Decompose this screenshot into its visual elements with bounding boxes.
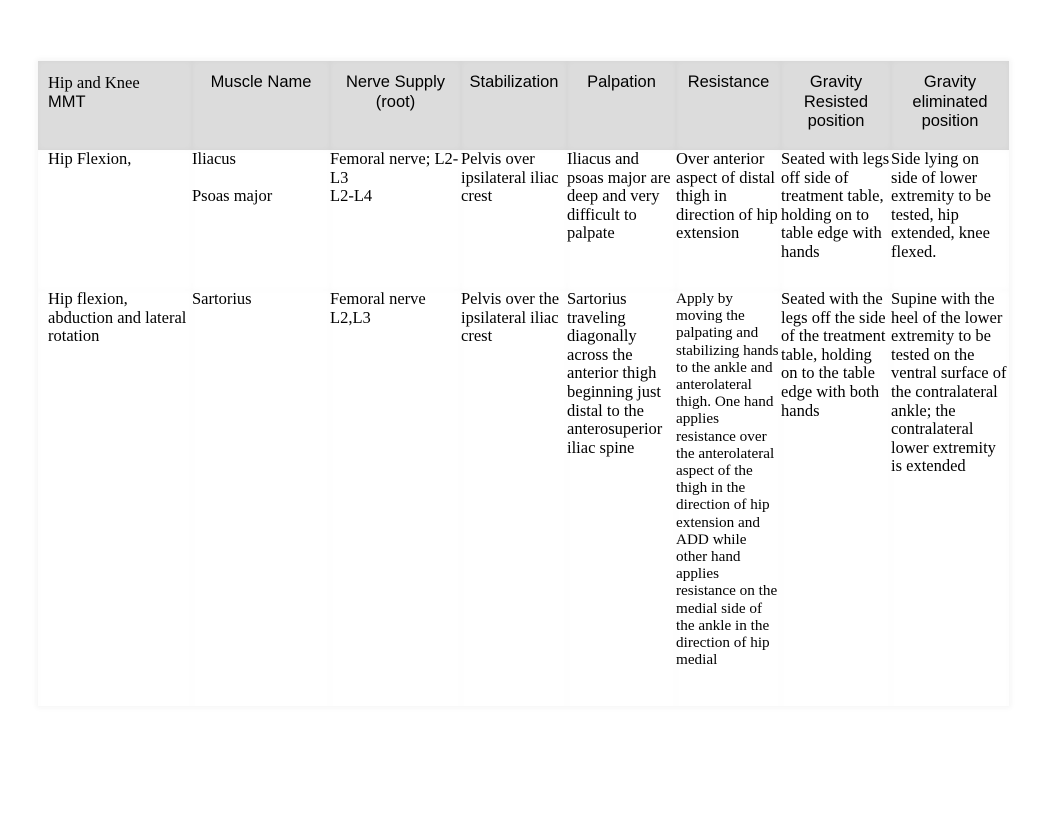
column-header-resistance: Resistance	[676, 61, 781, 150]
cell-nerve-supply: Femoral nerve; L2-L3 L2-L4	[330, 149, 461, 290]
cell-movement: Hip Flexion,	[38, 149, 192, 290]
column-header-line-1: Gravity	[809, 73, 863, 91]
cell-palpation: Sartorius traveling diagonally across th…	[567, 289, 676, 706]
cell-nerve-supply: Femoral nerve L2,L3	[330, 289, 461, 706]
cell-muscle-name: Sartorius	[192, 289, 330, 706]
cell-resistance: Over anterior aspect of distal thigh in …	[676, 149, 781, 290]
muscle-name-primary: Iliacus	[192, 149, 236, 168]
column-header-gravity-eliminated-position: Gravity eliminated position	[891, 61, 1009, 150]
column-header-palpation: Palpation	[567, 61, 676, 150]
column-header-hip-and-knee-mmt: Hip and Knee MMT	[38, 61, 192, 150]
column-header-line-2: MMT	[48, 92, 86, 111]
column-header-line-1: Muscle Name	[210, 73, 312, 91]
hip-and-knee-mmt-table: Hip and Knee MMT Muscle Name Nerve Supply…	[38, 61, 1009, 706]
table-row: Hip Flexion, Iliacus Psoas major Femoral…	[38, 149, 1009, 290]
nerve-supply-secondary: L2,L3	[330, 307, 371, 327]
mmt-table-container: Hip and Knee MMT Muscle Name Nerve Supply…	[38, 61, 1009, 706]
column-header-gravity-resisted-position: Gravity Resisted position	[781, 61, 891, 150]
column-header-line-1: Nerve Supply	[345, 73, 446, 91]
cell-movement: Hip flexion, abduction and lateral rotat…	[38, 289, 192, 706]
column-header-nerve-supply: Nerve Supply (root)	[330, 61, 461, 150]
cell-resistance: Apply by moving the palpating and stabil…	[676, 290, 781, 706]
cell-gravity-resisted: Seated with the legs off the side of the…	[781, 289, 891, 706]
nerve-supply-primary: Femoral nerve	[330, 289, 426, 308]
spacer-line	[192, 169, 330, 188]
table-body: Hip Flexion, Iliacus Psoas major Femoral…	[38, 149, 1009, 706]
column-header-line-2: Resisted position	[803, 92, 869, 131]
table-header: Hip and Knee MMT Muscle Name Nerve Supply…	[38, 61, 1009, 150]
column-header-stabilization: Stabilization	[461, 61, 567, 150]
nerve-supply-primary: Femoral nerve; L2-L3	[330, 149, 459, 187]
cell-stabilization: Pelvis over the ipsilateral iliac crest	[461, 289, 567, 706]
document-page: Hip and Knee MMT Muscle Name Nerve Supply…	[0, 0, 1062, 822]
table-header-row: Hip and Knee MMT Muscle Name Nerve Supply…	[38, 61, 1009, 150]
nerve-supply-secondary: L2-L4	[330, 186, 373, 206]
cell-gravity-eliminated: Side lying on side of lower extremity to…	[891, 149, 1009, 290]
cell-palpation: Iliacus and psoas major are deep and ver…	[567, 149, 676, 290]
column-header-line-1: Resistance	[687, 73, 770, 91]
muscle-name-secondary: Psoas major	[192, 186, 273, 206]
column-header-line-1: Stabilization	[469, 73, 559, 91]
cell-muscle-name: Iliacus Psoas major	[192, 149, 330, 290]
column-header-line-1: Hip and Knee	[48, 73, 140, 92]
column-header-line-1: Palpation	[587, 73, 656, 91]
cell-stabilization: Pelvis over ipsilateral iliac crest	[461, 149, 567, 290]
table-row: Hip flexion, abduction and lateral rotat…	[38, 289, 1009, 706]
column-header-muscle-name: Muscle Name	[192, 61, 330, 150]
column-header-line-2: eliminated position	[912, 92, 988, 131]
cell-gravity-eliminated: Supine with the heel of the lower extrem…	[891, 289, 1009, 706]
column-header-line-2: (root)	[375, 92, 416, 111]
column-header-line-1: Gravity	[923, 73, 977, 91]
cell-gravity-resisted: Seated with legs off side of treatment t…	[781, 149, 891, 290]
